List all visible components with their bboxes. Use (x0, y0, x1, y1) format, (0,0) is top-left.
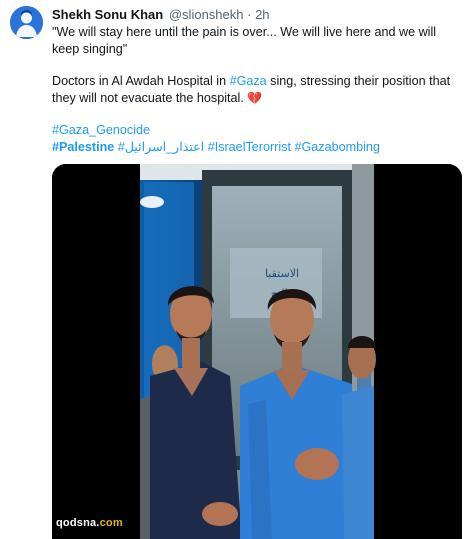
avatar[interactable] (10, 6, 43, 39)
author-handle[interactable]: @slionshekh (169, 7, 244, 22)
watermark: qodsna.com (56, 517, 123, 529)
tweet-header: Shekh Sonu Khan @slionshekh · 2h (52, 7, 270, 23)
sign-text-1: الاستقبا (265, 267, 299, 280)
tweet-quote: "We will stay here until the pain is ove… (52, 25, 437, 56)
separator-dot: · (247, 7, 252, 22)
hashtag-gaza[interactable]: #Gaza (230, 74, 267, 88)
hashtag-list: #Gaza_Genocide #Palestine #اعتذار_اسرائي… (52, 122, 462, 155)
hashtag-gazabombing[interactable]: #Gazabombing (294, 140, 379, 154)
hashtag-arabic[interactable]: #اعتذار_اسرائيل (118, 140, 204, 154)
video-player[interactable]: الاستقبا والتح (52, 164, 462, 539)
hashtag-israel-terrorist[interactable]: #IsraelTerorrist (208, 140, 291, 154)
tweet-text: "We will stay here until the pain is ove… (52, 24, 462, 155)
broken-heart-icon: 💔 (247, 90, 263, 105)
person-avatar-icon (10, 6, 43, 39)
video-frame: الاستقبا والتح (52, 164, 462, 539)
tweet-description: Doctors in Al Awdah Hospital in #Gaza si… (52, 73, 462, 106)
hashtag-gaza-genocide[interactable]: #Gaza_Genocide (52, 123, 150, 137)
tweet-card[interactable]: Shekh Sonu Khan @slionshekh · 2h "We wil… (0, 0, 475, 539)
hashtag-palestine[interactable]: #Palestine (52, 140, 114, 154)
tweet-time[interactable]: 2h (255, 7, 269, 22)
description-text: Doctors in Al Awdah Hospital in (52, 74, 230, 88)
author-name[interactable]: Shekh Sonu Khan (52, 7, 163, 22)
